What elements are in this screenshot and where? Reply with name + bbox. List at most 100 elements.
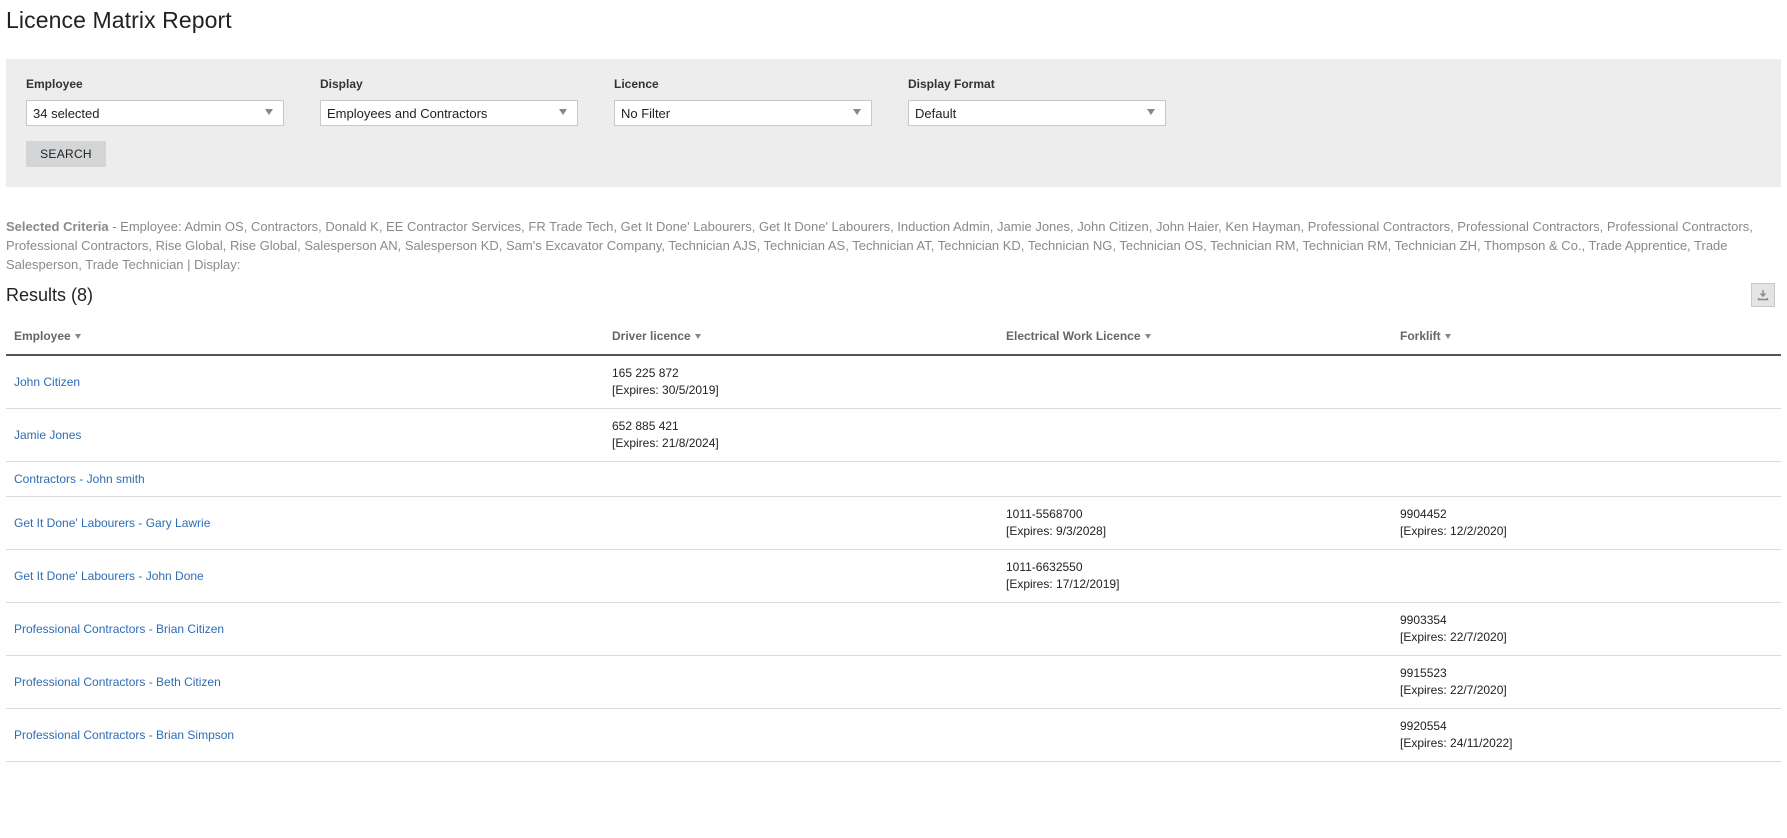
driver-licence-cell	[604, 496, 998, 550]
driver-licence-cell	[604, 461, 998, 497]
electrical-licence-cell	[998, 708, 1392, 762]
employee-cell: Contractors - John smith	[6, 461, 604, 497]
column-header-electrical-work-licence[interactable]: Electrical Work Licence	[998, 318, 1392, 356]
electrical-licence-cell	[998, 602, 1392, 656]
electrical-licence-cell	[998, 655, 1392, 709]
licence-select[interactable]: No Filter	[614, 100, 872, 126]
licence-number: 9915523	[1400, 666, 1447, 680]
employee-cell: Professional Contractors - Beth Citizen	[6, 655, 604, 709]
selected-criteria: Selected Criteria - Employee: Admin OS, …	[6, 217, 1781, 274]
display-filter: Display Employees and Contractors	[320, 75, 578, 126]
licence-expiry: [Expires: 30/5/2019]	[612, 383, 719, 397]
employee-link[interactable]: Get It Done' Labourers - Gary Lawrie	[14, 516, 210, 530]
forklift-cell: 9915523 [Expires: 22/7/2020]	[1392, 655, 1781, 709]
table-row: Professional Contractors - Brian Simpson…	[6, 708, 1781, 762]
display-format-filter-label: Display Format	[908, 77, 995, 91]
licence-number: 652 885 421	[612, 419, 679, 433]
employee-link[interactable]: Professional Contractors - Brian Citizen	[14, 622, 224, 636]
electrical-licence-cell: 1011-6632550 [Expires: 17/12/2019]	[998, 549, 1392, 603]
display-format-filter: Display Format Default	[908, 75, 1166, 126]
employee-link[interactable]: Contractors - John smith	[14, 472, 145, 486]
licence-expiry: [Expires: 22/7/2020]	[1400, 683, 1507, 697]
employee-link[interactable]: Jamie Jones	[14, 428, 81, 442]
licence-expiry: [Expires: 17/12/2019]	[1006, 577, 1120, 591]
employee-cell: Jamie Jones	[6, 408, 604, 462]
search-button[interactable]: SEARCH	[26, 141, 106, 167]
electrical-licence-cell	[998, 461, 1392, 497]
licence-number: 9904452	[1400, 507, 1447, 521]
licence-expiry: [Expires: 21/8/2024]	[612, 436, 719, 450]
licence-expiry: [Expires: 24/11/2022]	[1400, 736, 1513, 750]
table-row: Professional Contractors - Beth Citizen 9…	[6, 655, 1781, 709]
export-button[interactable]	[1751, 283, 1775, 307]
licence-expiry: [Expires: 22/7/2020]	[1400, 630, 1507, 644]
employee-link[interactable]: Professional Contractors - Brian Simpson	[14, 728, 234, 742]
table-header-row: Employee Driver licence Electrical Work …	[6, 318, 1781, 356]
licence-number: 9920554	[1400, 719, 1447, 733]
licence-expiry: [Expires: 12/2/2020]	[1400, 524, 1507, 538]
criteria-label: Selected Criteria	[6, 219, 109, 234]
filter-row: Employee 34 selected Display Employees a…	[26, 75, 1761, 126]
employee-cell: John Citizen	[6, 355, 604, 409]
forklift-cell: 9904452 [Expires: 12/2/2020]	[1392, 496, 1781, 550]
forklift-cell	[1392, 408, 1781, 462]
licence-filter-label: Licence	[614, 77, 659, 91]
electrical-licence-cell	[998, 408, 1392, 462]
display-format-select[interactable]: Default	[908, 100, 1166, 126]
display-filter-label: Display	[320, 77, 363, 91]
page-title: Licence Matrix Report	[6, 7, 232, 33]
licence-number: 1011-6632550	[1006, 560, 1083, 574]
electrical-licence-cell	[998, 355, 1392, 409]
table-row: Get It Done' Labourers - Gary Lawrie 1011…	[6, 496, 1781, 550]
page: Licence Matrix Report Employee 34 select…	[0, 0, 1787, 762]
caret-down-icon	[1147, 109, 1155, 115]
caret-down-icon	[265, 109, 273, 115]
forklift-cell: 9903354 [Expires: 22/7/2020]	[1392, 602, 1781, 656]
forklift-cell	[1392, 461, 1781, 497]
employee-filter-label: Employee	[26, 77, 83, 91]
employee-select-value: 34 selected	[33, 105, 100, 121]
column-header-driver-licence[interactable]: Driver licence	[604, 318, 998, 356]
sort-icon	[1444, 334, 1451, 340]
criteria-text: - Employee: Admin OS, Contractors, Donal…	[6, 219, 1753, 272]
driver-licence-cell: 652 885 421 [Expires: 21/8/2024]	[604, 408, 998, 462]
results-header: Results (8)	[6, 282, 1781, 308]
sort-icon	[74, 334, 81, 340]
employee-link[interactable]: Get It Done' Labourers - John Done	[14, 569, 204, 583]
employee-cell: Get It Done' Labourers - Gary Lawrie	[6, 496, 604, 550]
driver-licence-cell: 165 225 872 [Expires: 30/5/2019]	[604, 355, 998, 409]
employee-select[interactable]: 34 selected	[26, 100, 284, 126]
licence-expiry: [Expires: 9/3/2028]	[1006, 524, 1107, 538]
display-format-select-value: Default	[915, 105, 957, 121]
employee-cell: Get It Done' Labourers - John Done	[6, 549, 604, 603]
table-row: Jamie Jones 652 885 421 [Expires: 21/8/202…	[6, 408, 1781, 462]
caret-down-icon	[559, 109, 567, 115]
caret-down-icon	[853, 109, 861, 115]
column-header-forklift[interactable]: Forklift	[1392, 318, 1781, 356]
employee-cell: Professional Contractors - Brian Simpson	[6, 708, 604, 762]
licence-number: 9903354	[1400, 613, 1447, 627]
forklift-cell: 9920554 [Expires: 24/11/2022]	[1392, 708, 1781, 762]
employee-filter: Employee 34 selected	[26, 75, 284, 126]
employee-cell: Professional Contractors - Brian Citizen	[6, 602, 604, 656]
display-select-value: Employees and Contractors	[327, 105, 488, 121]
driver-licence-cell	[604, 708, 998, 762]
download-icon	[1757, 290, 1769, 301]
driver-licence-cell	[604, 602, 998, 656]
forklift-cell	[1392, 355, 1781, 409]
driver-licence-cell	[604, 655, 998, 709]
display-select[interactable]: Employees and Contractors	[320, 100, 578, 126]
driver-licence-cell	[604, 549, 998, 603]
results-body: John Citizen 165 225 872 [Expires: 30/5/20…	[6, 355, 1781, 762]
employee-link[interactable]: John Citizen	[14, 375, 80, 389]
results-title: Results (8)	[6, 284, 94, 305]
table-row: John Citizen 165 225 872 [Expires: 30/5/20…	[6, 355, 1781, 409]
table-row: Get It Done' Labourers - John Done 1011-6…	[6, 549, 1781, 603]
results-table: Employee Driver licence Electrical Work …	[6, 318, 1781, 762]
employee-link[interactable]: Professional Contractors - Beth Citizen	[14, 675, 221, 689]
table-row: Professional Contractors - Brian Citizen…	[6, 602, 1781, 656]
column-header-employee[interactable]: Employee	[6, 318, 604, 356]
filter-panel: Employee 34 selected Display Employees a…	[6, 59, 1781, 187]
table-row: Contractors - John smith	[6, 461, 1781, 497]
licence-filter: Licence No Filter	[614, 75, 872, 126]
